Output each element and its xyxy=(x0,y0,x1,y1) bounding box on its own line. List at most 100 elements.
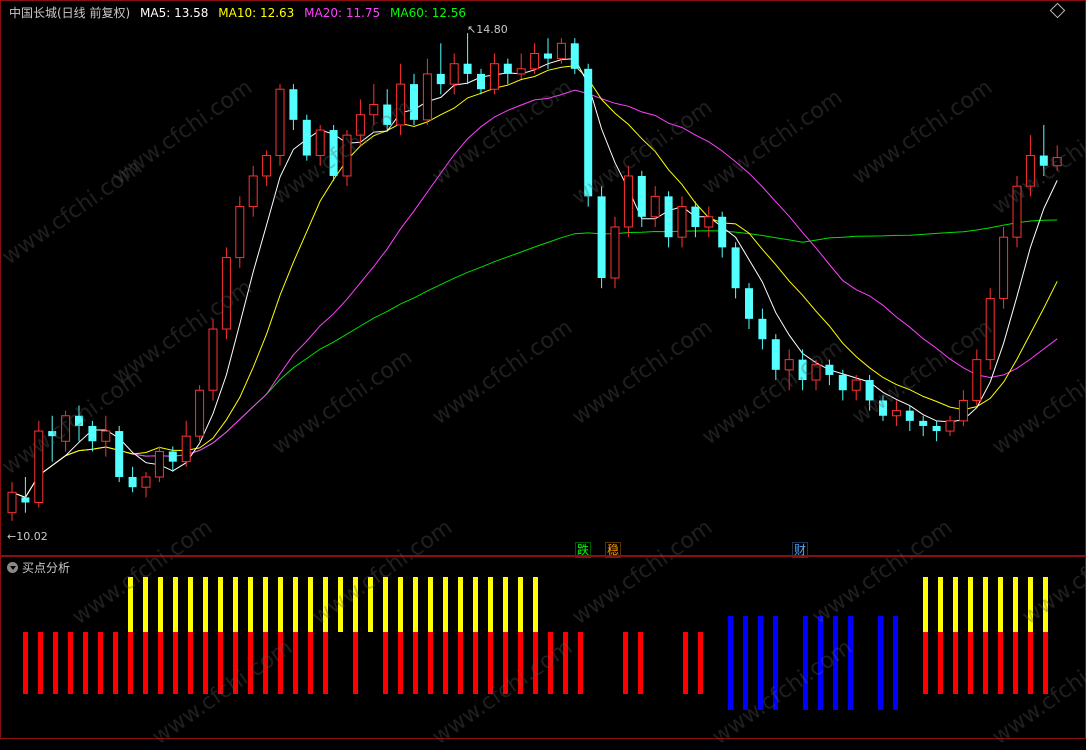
buy-bar-yellow xyxy=(173,577,178,632)
buy-bar-yellow xyxy=(518,577,523,632)
buy-bar-red xyxy=(398,632,403,694)
candle-down xyxy=(503,63,512,74)
buy-bar-yellow xyxy=(278,577,283,632)
buy-bar-red xyxy=(683,632,688,694)
candle-up xyxy=(999,236,1009,299)
candle-down xyxy=(21,497,30,503)
candle-down xyxy=(932,425,941,432)
candle-down xyxy=(771,339,780,370)
candle-up xyxy=(784,359,794,371)
buy-bar-yellow xyxy=(398,577,403,632)
buy-bar-yellow xyxy=(248,577,253,632)
candle-up xyxy=(275,88,285,157)
buy-bar-yellow xyxy=(488,577,493,632)
buy-bar-red xyxy=(413,632,418,694)
candle-up xyxy=(101,430,111,442)
candle-up xyxy=(851,379,861,391)
candle-up xyxy=(208,328,218,391)
buy-bar-red xyxy=(998,632,1003,694)
candle-down xyxy=(436,73,445,85)
candle-up xyxy=(610,226,620,279)
buy-bar-red xyxy=(68,632,73,694)
candle-up xyxy=(34,430,44,503)
buy-bar-red xyxy=(278,632,283,694)
buy-bar-red xyxy=(518,632,523,694)
candle-up xyxy=(262,155,272,177)
buy-bar-red xyxy=(308,632,313,694)
candle-up xyxy=(181,435,191,463)
candle-up xyxy=(369,104,379,116)
candle-down xyxy=(570,43,579,69)
buy-bar-red xyxy=(203,632,208,694)
buy-bar-red xyxy=(233,632,238,694)
buy-bar-yellow xyxy=(203,577,208,632)
buy-bar-yellow xyxy=(293,577,298,632)
candle-down xyxy=(731,247,740,289)
buy-bar-red xyxy=(983,632,988,694)
buy-bar-yellow xyxy=(143,577,148,632)
buy-bar-red xyxy=(533,632,538,694)
candle-up xyxy=(141,476,151,488)
buy-bar-red xyxy=(128,632,133,694)
buy-bar-red xyxy=(38,632,43,694)
buy-bar-red xyxy=(83,632,88,694)
candle-up xyxy=(530,53,540,70)
buy-bar-red xyxy=(188,632,193,694)
candle-down xyxy=(664,196,673,238)
candle-down xyxy=(48,431,57,437)
candle-up xyxy=(972,359,982,401)
buy-bar-yellow xyxy=(218,577,223,632)
candle-down xyxy=(825,364,834,375)
buy-bar-yellow xyxy=(1013,577,1018,632)
buy-bar-yellow xyxy=(938,577,943,632)
buy-bar-yellow xyxy=(263,577,268,632)
candle-down xyxy=(798,359,807,381)
candle-down xyxy=(637,175,646,217)
candle-up xyxy=(516,68,526,75)
candle-up xyxy=(650,195,660,218)
buy-bar-red xyxy=(968,632,973,694)
buy-bar-red xyxy=(623,632,628,694)
buy-bar-yellow xyxy=(128,577,133,632)
candle-up xyxy=(355,114,365,136)
candle-down xyxy=(597,196,606,278)
candle-up xyxy=(677,206,687,238)
buy-bar-red xyxy=(173,632,178,694)
buy-bar-blue xyxy=(758,616,763,710)
buy-bar-red xyxy=(953,632,958,694)
buy-bar-red xyxy=(563,632,568,694)
candle-down xyxy=(691,206,700,227)
buy-bar-red xyxy=(53,632,58,694)
candle-down xyxy=(745,288,753,319)
buy-bar-yellow xyxy=(233,577,238,632)
buy-bar-yellow xyxy=(338,577,343,632)
candle-down xyxy=(115,431,124,477)
buy-bar-red xyxy=(248,632,253,694)
ma10-line xyxy=(11,65,1058,499)
candle-up xyxy=(195,389,205,437)
candle-up xyxy=(248,175,258,208)
candle-down xyxy=(168,451,177,462)
candle-down xyxy=(410,84,418,120)
buy-bar-blue xyxy=(743,616,748,710)
buy-bar-red xyxy=(698,632,703,694)
buy-bar-yellow xyxy=(308,577,313,632)
buy-bar-red xyxy=(263,632,268,694)
buy-bar-blue xyxy=(833,616,838,710)
buy-bar-red xyxy=(353,632,358,694)
candle-down xyxy=(544,53,552,59)
buy-bar-blue xyxy=(773,616,778,710)
buy-bar-red xyxy=(1043,632,1048,694)
candle-down xyxy=(865,380,874,401)
candle-down xyxy=(463,63,472,74)
candle-up xyxy=(235,206,245,259)
candle-up xyxy=(61,415,71,442)
buy-bar-yellow xyxy=(1043,577,1048,632)
candle-up xyxy=(1012,185,1022,238)
buy-bar-red xyxy=(218,632,223,694)
buy-bar-red xyxy=(383,632,388,694)
buy-bar-yellow xyxy=(1028,577,1033,632)
candle-up xyxy=(422,73,432,121)
buy-bar-red xyxy=(488,632,493,694)
candle-up xyxy=(1052,157,1062,167)
